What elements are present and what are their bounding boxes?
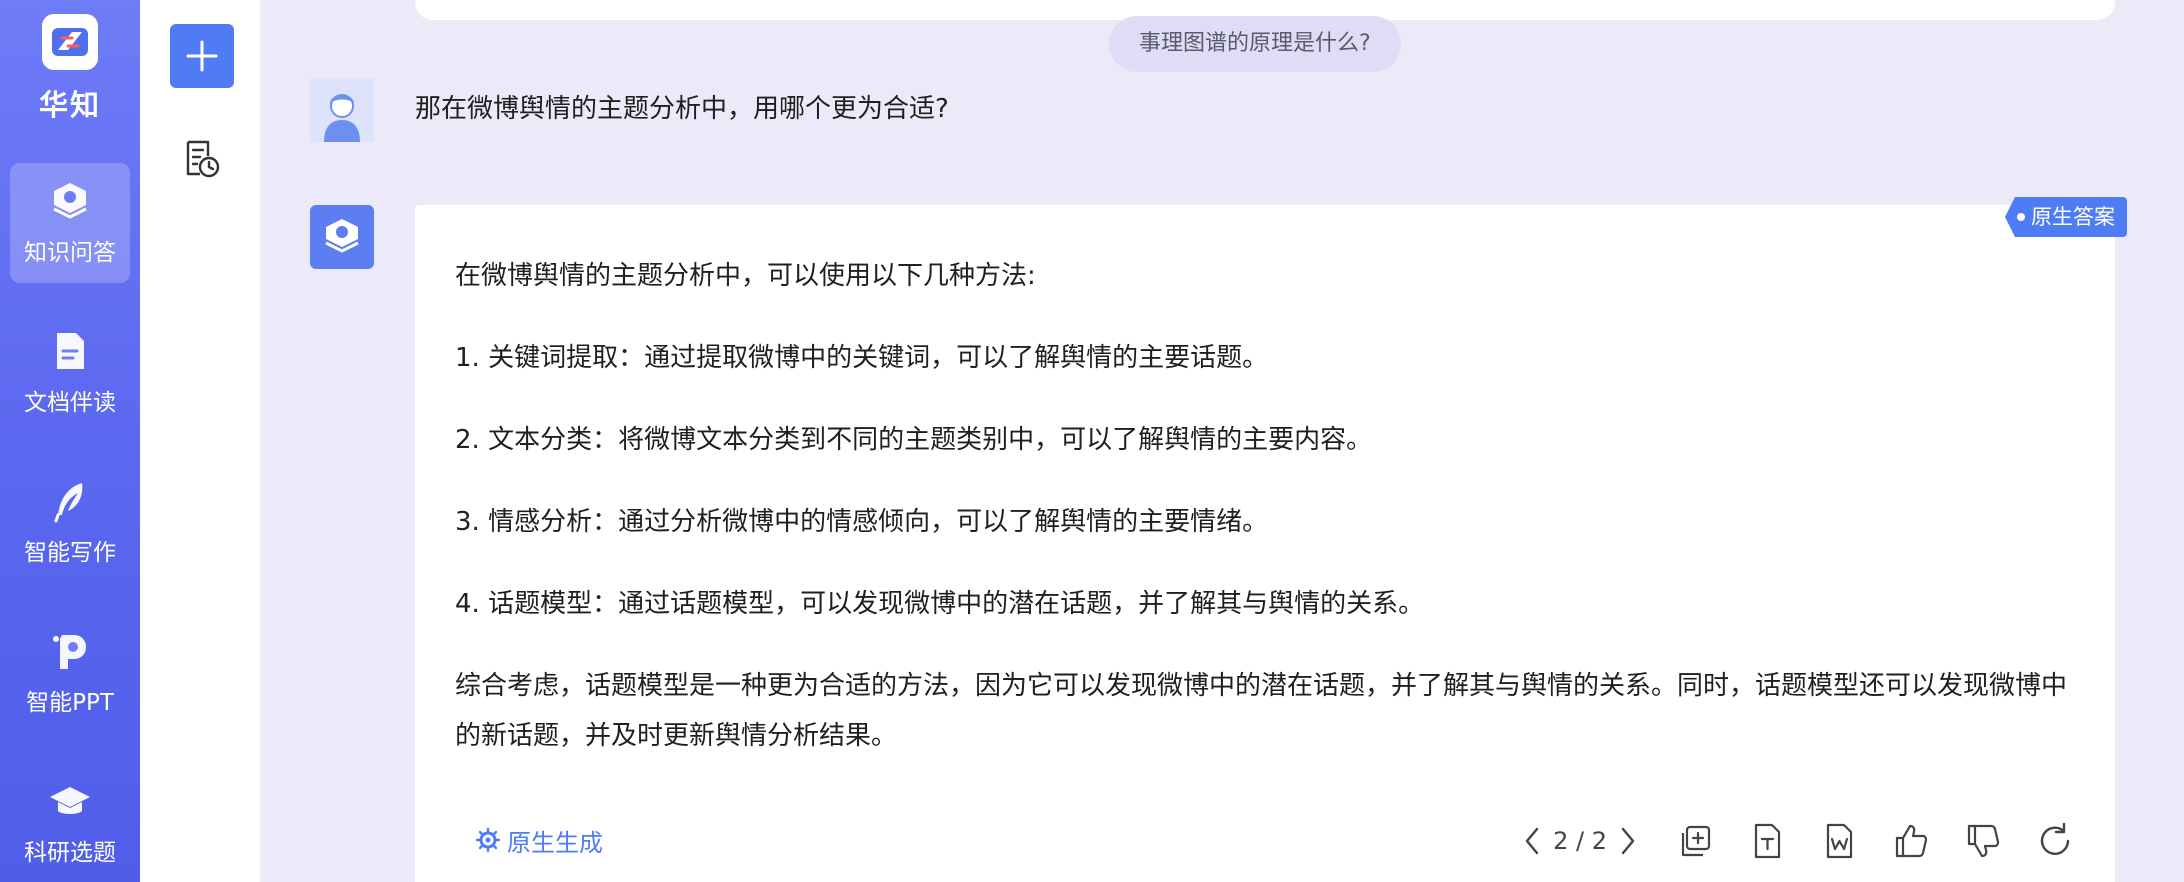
answer-paragraph: 1. 关键词提取：通过提取微博中的关键词，可以了解舆情的主要话题。: [455, 343, 1269, 373]
answer-card: 原生答案 在微博舆情的主题分析中，可以使用以下几种方法: 1. 关键词提取：通过…: [415, 197, 2127, 882]
answer-paragraph: 在微博舆情的主题分析中，可以使用以下几种方法:: [455, 261, 1036, 291]
answer-paragraph: 2. 文本分类：将微博文本分类到不同的主题类别中，可以了解舆情的主要内容。: [455, 425, 1373, 455]
chevron-right-icon[interactable]: [1613, 821, 1643, 861]
chevron-left-icon[interactable]: [1517, 821, 1547, 861]
nav-item-smart-writing[interactable]: 智能写作: [10, 463, 130, 583]
plus-icon: [186, 40, 218, 72]
gear-icon: [475, 827, 501, 853]
answer-paragraph: 综合考虑，话题模型是一种更为合适的方法，因为它可以发现微博中的潜在话题，并了解其…: [455, 671, 2068, 751]
suggested-question[interactable]: 事理图谱的原理是什么?: [1109, 16, 1401, 72]
user-message: 那在微博舆情的主题分析中，用哪个更为合适?: [415, 94, 949, 124]
badge-label: 原生答案: [2031, 205, 2115, 229]
user-avatar-icon: [310, 78, 374, 142]
secondary-sidebar: [140, 0, 260, 882]
answer-paragraph: 4. 话题模型：通过话题模型，可以发现微博中的潜在话题，并了解其与舆情的关系。: [455, 589, 1425, 619]
ppt-icon: [53, 635, 86, 669]
nav-label: 知识问答: [24, 240, 116, 266]
bot-avatar: [310, 205, 374, 269]
graduation-cap-icon: [50, 787, 90, 814]
source-label: 原生生成: [507, 828, 603, 857]
regenerate-icon[interactable]: [2035, 821, 2075, 861]
answer-body: 在微博舆情的主题分析中，可以使用以下几种方法: 1. 关键词提取：通过提取微博中…: [455, 251, 2075, 761]
answer-paragraph: 3. 情感分析：通过分析微博中的情感倾向，可以了解舆情的主要情绪。: [455, 507, 1269, 537]
nav-item-knowledge-qa[interactable]: 知识问答: [10, 163, 130, 283]
nav-label: 智能写作: [24, 540, 116, 566]
nav-item-smart-ppt[interactable]: 智能PPT: [10, 613, 130, 733]
nav-label: 文档伴读: [24, 390, 116, 416]
native-generation-source[interactable]: 原生生成: [475, 820, 603, 860]
native-answer-badge: 原生答案: [2005, 197, 2127, 237]
answer-pager: 2 / 2: [1553, 827, 1607, 855]
history-icon[interactable]: [180, 138, 222, 180]
logo-icon: [52, 28, 88, 56]
nav-label: 智能PPT: [26, 690, 114, 716]
quill-icon: [54, 483, 83, 523]
answer-toolbar: 2 / 2: [1517, 813, 2075, 869]
chat-area: 事理图谱的原理是什么? 那在微博舆情的主题分析中，用哪个更为合适? 原生答案 在…: [260, 0, 2184, 882]
export-word-icon[interactable]: [1819, 821, 1859, 861]
thumbs-up-icon[interactable]: [1891, 821, 1931, 861]
main-nav: 华知 知识问答 文档伴读 智能写作 智能PPT 科研选题: [0, 0, 140, 882]
bot-icon: [325, 219, 359, 253]
nav-item-doc-reading[interactable]: 文档伴读: [10, 313, 130, 433]
app-logo[interactable]: [42, 14, 98, 70]
qa-icon: [53, 183, 87, 219]
badge-dot-icon: [2017, 213, 2025, 221]
app-name: 华知: [38, 88, 101, 122]
new-chat-button[interactable]: [170, 24, 234, 88]
copy-icon[interactable]: [1675, 821, 1715, 861]
nav-label: 科研选题: [24, 840, 116, 866]
document-icon: [57, 333, 84, 369]
thumbs-down-icon[interactable]: [1963, 821, 2003, 861]
export-txt-icon[interactable]: [1747, 821, 1787, 861]
nav-item-research-topic[interactable]: 科研选题: [10, 763, 130, 882]
